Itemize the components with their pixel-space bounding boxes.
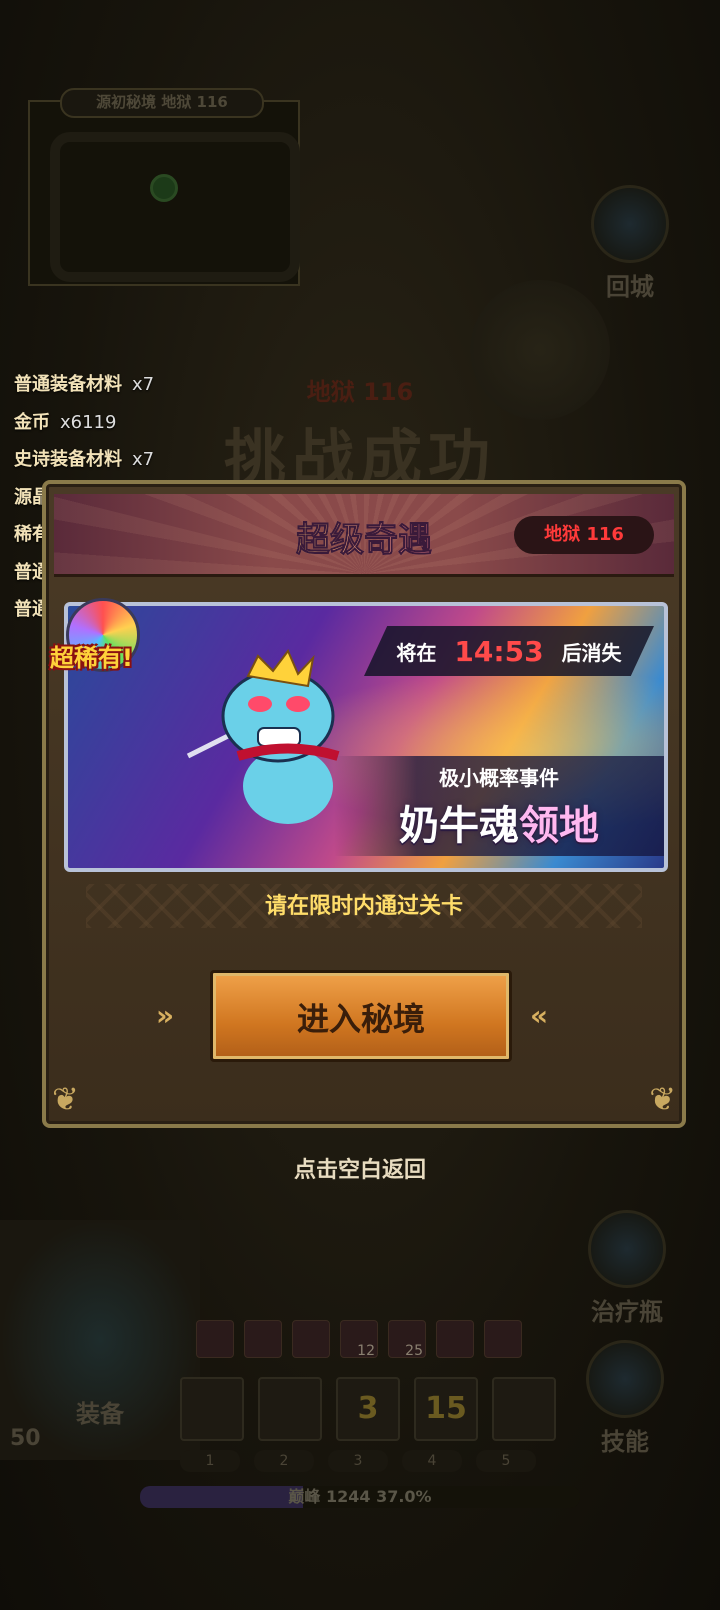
event-subtitle: 极小概率事件 <box>439 766 559 790</box>
event-name-part2: 领地 <box>519 803 599 849</box>
reward-qty: x7 <box>132 449 155 470</box>
super-rare-badge: 超稀有! <box>50 598 170 678</box>
portal-icon <box>591 185 669 263</box>
return-city-button[interactable]: 回城 <box>590 185 670 302</box>
event-name: 奶牛魂领地 <box>334 793 664 851</box>
reward-name: 史诗装备材料 <box>14 449 122 470</box>
super-rare-label: 超稀有! <box>50 644 133 672</box>
countdown-timer: 14:53 <box>454 634 544 668</box>
slot-number: 1 <box>180 1450 240 1472</box>
slot-number: 4 <box>402 1450 462 1472</box>
tap-to-close-hint[interactable]: 点击空白返回 <box>0 1152 720 1184</box>
reward-name: 普通装备材料 <box>14 374 122 395</box>
timer-prefix: 将在 <box>396 640 437 665</box>
potion-icon <box>588 1210 666 1288</box>
timer-bar: 将在 14:53 后消失 <box>364 626 654 676</box>
minimap-player-marker <box>150 174 178 202</box>
time-limit-hint: 请在限时内通过关卡 <box>264 894 463 919</box>
event-info: 极小概率事件 奶牛魂领地 <box>334 756 664 856</box>
skill-slots: 3 15 <box>180 1377 556 1441</box>
reward-item: 普通装备材料 x7 <box>14 370 154 408</box>
buff-icon[interactable] <box>292 1320 330 1358</box>
skill-book-icon <box>586 1340 664 1418</box>
minimap-title: 源初秘境 地狱 116 <box>60 88 264 118</box>
corner-ornament-left: ❦ <box>52 1080 79 1118</box>
buff-count: 12 <box>357 1343 375 1359</box>
minimap[interactable]: 源初秘境 地狱 116 <box>28 88 300 286</box>
corner-ornament-right: ❦ <box>649 1080 676 1118</box>
heal-potion-label: 治疗瓶 <box>591 1298 663 1326</box>
buff-icon[interactable] <box>196 1320 234 1358</box>
skill-slot[interactable]: 3 <box>336 1377 400 1441</box>
right-chevron-icon: « <box>530 999 549 1032</box>
slot-numbers: 1 2 3 4 5 <box>180 1450 536 1472</box>
xp-bar: 巅峰 1244 37.0% <box>140 1486 580 1508</box>
xp-label: 巅峰 1244 37.0% <box>288 1487 432 1506</box>
reward-item: 史诗装备材料 x7 <box>14 445 154 483</box>
skill-slot[interactable] <box>258 1377 322 1441</box>
dialog-level-badge: 地狱 116 <box>514 516 654 554</box>
left-chevron-icon: » <box>156 999 175 1032</box>
slot-number: 5 <box>476 1450 536 1472</box>
player-level: 50 <box>10 1426 41 1451</box>
buff-row: 12 25 <box>196 1320 522 1359</box>
reward-qty: x7 <box>132 374 155 395</box>
skill-slot[interactable]: 15 <box>414 1377 478 1441</box>
slot-number: 2 <box>254 1450 314 1472</box>
enter-secret-realm-button[interactable]: 进入秘境 <box>210 970 512 1062</box>
skill-button[interactable]: 技能 <box>575 1340 675 1457</box>
skill-slot[interactable] <box>180 1377 244 1441</box>
heal-potion-button[interactable]: 治疗瓶 <box>572 1210 682 1327</box>
buff-icon[interactable]: 12 <box>340 1320 378 1359</box>
event-name-part1: 奶牛魂 <box>399 803 519 849</box>
buff-icon[interactable] <box>436 1320 474 1358</box>
reward-item: 金币 x6119 <box>14 408 154 446</box>
buff-icon[interactable]: 25 <box>388 1320 426 1359</box>
slot-number: 3 <box>328 1450 388 1472</box>
buff-count: 25 <box>405 1343 423 1359</box>
return-city-label: 回城 <box>606 273 654 301</box>
minimap-path <box>50 132 300 282</box>
dialog-banner: 超级奇遇 地狱 116 <box>54 494 674 577</box>
reward-qty: x6119 <box>60 411 117 433</box>
buff-icon[interactable] <box>244 1320 282 1358</box>
reward-name: 金币 <box>14 411 50 433</box>
super-encounter-dialog: 超级奇遇 地狱 116 将在 14:53 后消失 极小概率事件 奶牛魂领地 超稀… <box>42 480 686 1128</box>
buff-icon[interactable] <box>484 1320 522 1358</box>
skill-slot[interactable] <box>492 1377 556 1441</box>
timer-suffix: 后消失 <box>561 640 622 665</box>
skill-label: 技能 <box>601 1428 649 1456</box>
equipment-button[interactable]: 装备 <box>55 1390 145 1429</box>
equipment-label: 装备 <box>76 1400 124 1428</box>
